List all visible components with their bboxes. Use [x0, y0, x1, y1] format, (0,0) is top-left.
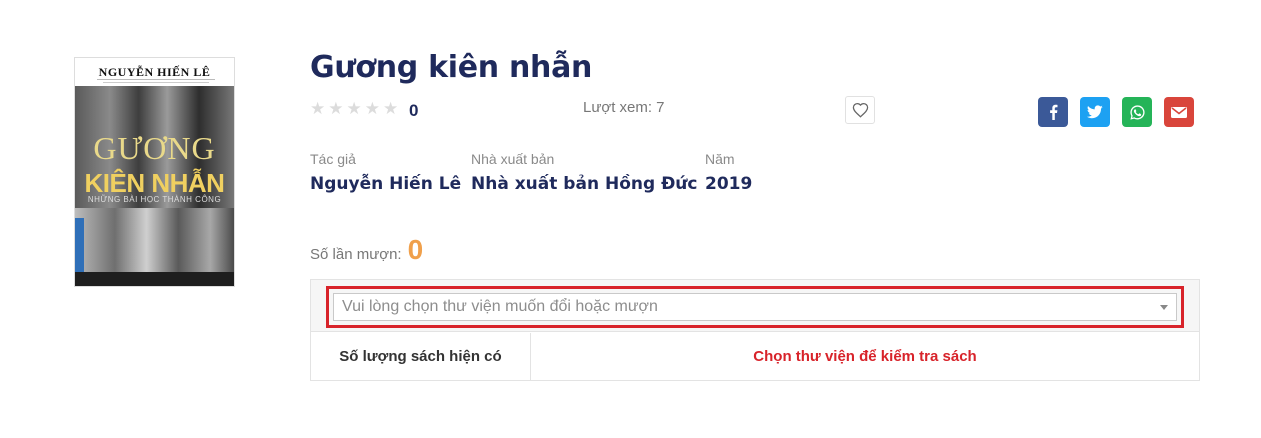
borrow-count-label: Số lần mượn: — [310, 246, 402, 263]
star-icon[interactable]: ★ — [365, 100, 380, 118]
cover-decor-line — [97, 79, 215, 80]
cover-portraits-bottom — [75, 208, 234, 274]
views-value: 7 — [656, 99, 665, 116]
publisher-label: Nhà xuất bản — [471, 151, 555, 167]
view-count: Lượt xem: 7 — [583, 99, 664, 116]
rating-count: 0 — [409, 101, 419, 120]
share-facebook-button[interactable] — [1038, 97, 1068, 127]
views-label: Lượt xem: — [583, 99, 653, 116]
stock-label: Số lượng sách hiện có — [311, 333, 531, 380]
cover-subtitle: NHỮNG BÀI HỌC THÀNH CÔNG — [87, 195, 222, 204]
borrow-count: Số lần mượn: 0 — [310, 234, 423, 266]
borrow-count-value: 0 — [407, 234, 424, 265]
library-select-highlight: Vui lòng chọn thư viện muốn đổi hoặc mượ… — [326, 286, 1184, 328]
publisher-value[interactable]: Nhà xuất bản Hồng Đức — [471, 174, 698, 194]
meta-publisher: Nhà xuất bản Nhà xuất bản Hồng Đức — [471, 151, 698, 194]
year-label: Năm — [705, 151, 735, 167]
dropdown-arrow-icon[interactable] — [1160, 305, 1168, 310]
author-value[interactable]: Nguyễn Hiến Lê — [310, 174, 461, 194]
email-icon — [1171, 106, 1187, 118]
share-whatsapp-button[interactable] — [1122, 97, 1152, 127]
library-select-row: Vui lòng chọn thư viện muốn đổi hoặc mượ… — [311, 280, 1199, 332]
meta-author: Tác giả Nguyễn Hiến Lê — [310, 151, 461, 194]
meta-year: Năm 2019 — [705, 151, 752, 194]
stock-message: Chọn thư viện để kiểm tra sách — [753, 348, 977, 365]
twitter-icon — [1087, 105, 1103, 119]
heart-icon — [852, 102, 868, 118]
facebook-icon — [1050, 104, 1058, 120]
library-select-placeholder: Vui lòng chọn thư viện muốn đổi hoặc mượ… — [342, 298, 658, 315]
cover-publisher-mark — [75, 218, 84, 274]
library-stock-row: Số lượng sách hiện có Chọn thư viện để k… — [311, 333, 1199, 380]
cover-title-line1: GƯƠNG — [93, 130, 216, 166]
share-twitter-button[interactable] — [1080, 97, 1110, 127]
star-icon[interactable]: ★ — [328, 100, 343, 118]
book-title: Gương kiên nhẫn — [310, 50, 593, 85]
author-label: Tác giả — [310, 151, 356, 167]
whatsapp-icon — [1129, 104, 1145, 120]
favorite-button[interactable] — [845, 96, 875, 124]
library-select[interactable]: Vui lòng chọn thư viện muốn đổi hoặc mượ… — [333, 293, 1177, 321]
star-icon[interactable]: ★ — [347, 100, 362, 118]
share-email-button[interactable] — [1164, 97, 1194, 127]
book-cover-image: NGUYỄN HIẾN LÊ GƯƠNG KIÊN NHẪN NHỮNG BÀI… — [74, 57, 235, 287]
cover-author: NGUYỄN HIẾN LÊ — [98, 65, 211, 79]
star-icon[interactable]: ★ — [310, 100, 325, 118]
rating-stars[interactable]: ★ ★ ★ ★ ★ — [310, 100, 398, 118]
cover-decor-line — [103, 82, 209, 83]
cover-bottom-band — [75, 272, 234, 286]
star-icon[interactable]: ★ — [383, 100, 398, 118]
library-availability-panel: Vui lòng chọn thư viện muốn đổi hoặc mượ… — [310, 279, 1200, 381]
year-value: 2019 — [705, 174, 753, 194]
